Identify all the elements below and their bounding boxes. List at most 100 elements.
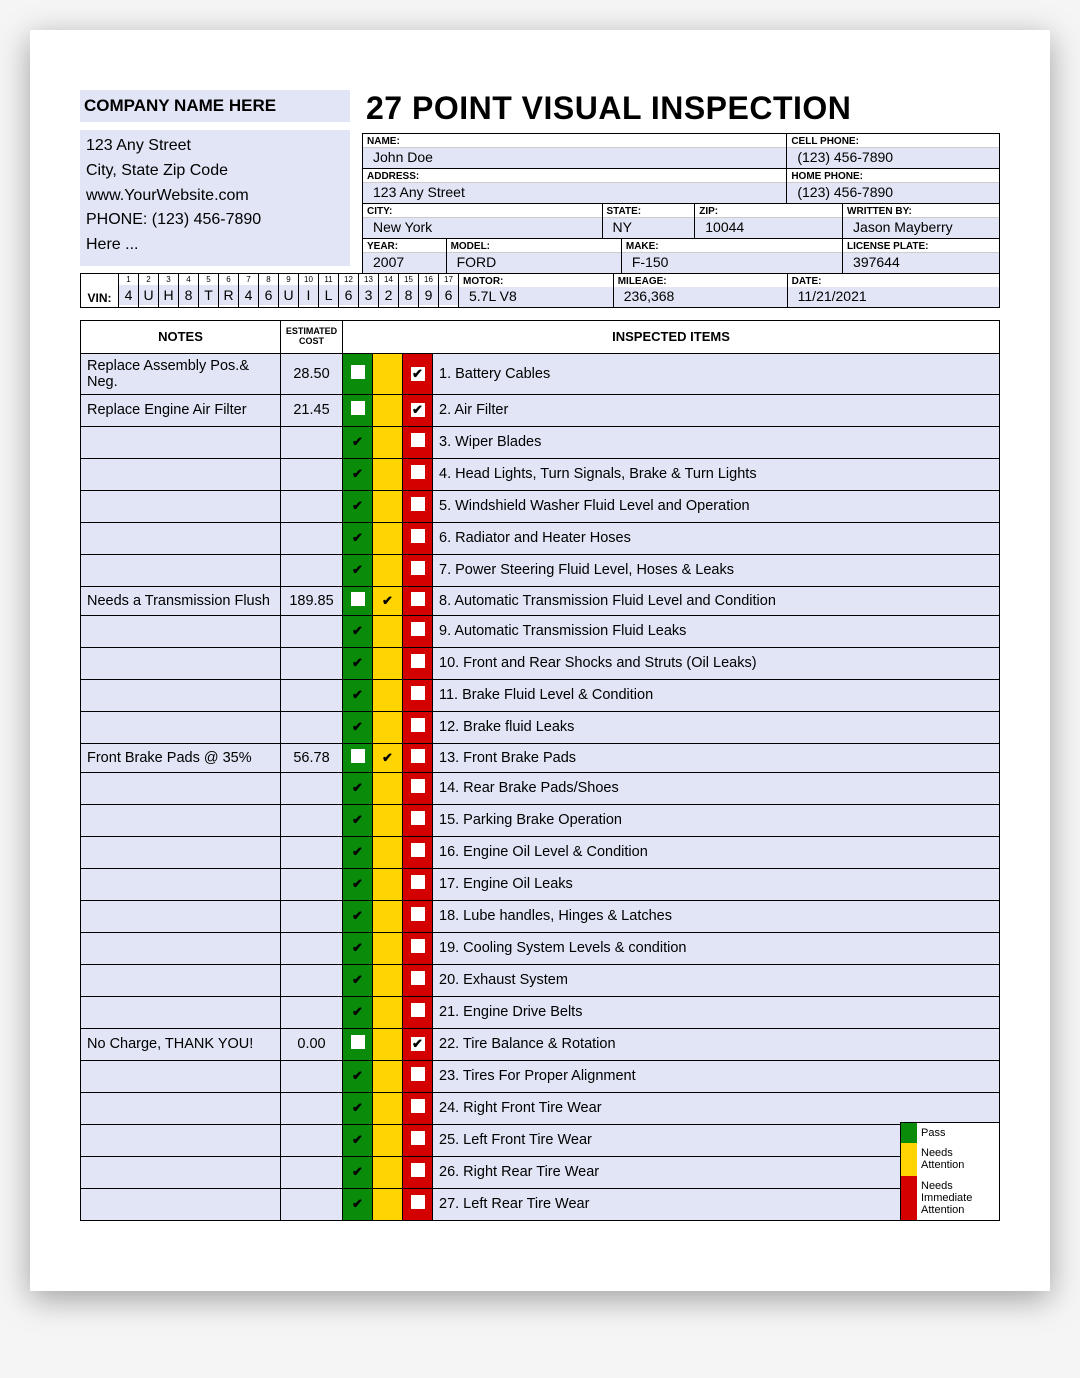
cost-cell[interactable]: 21.45 [281,394,343,426]
vin-digit-7[interactable]: 74 [239,274,259,307]
status-green[interactable] [343,679,373,711]
status-red[interactable] [403,836,433,868]
note-cell[interactable] [81,804,281,836]
customer-plate[interactable]: 397644 [843,252,999,273]
status-green[interactable] [343,711,373,743]
note-cell[interactable]: No Charge, THANK YOU! [81,1028,281,1060]
status-green[interactable] [343,554,373,586]
status-yellow[interactable] [373,1156,403,1188]
status-yellow[interactable] [373,522,403,554]
vin-digit-15[interactable]: 158 [399,274,419,307]
note-cell[interactable] [81,772,281,804]
vin-digit-6[interactable]: 6R [219,274,239,307]
vin-digit-16[interactable]: 169 [419,274,439,307]
status-green[interactable] [343,1092,373,1124]
status-red[interactable] [403,615,433,647]
note-cell[interactable] [81,458,281,490]
status-green[interactable] [343,647,373,679]
status-green[interactable] [343,1188,373,1220]
status-green[interactable] [343,772,373,804]
status-yellow[interactable] [373,554,403,586]
status-green[interactable] [343,1028,373,1060]
status-red[interactable] [403,458,433,490]
cost-cell[interactable] [281,1092,343,1124]
status-red[interactable] [403,647,433,679]
status-green[interactable] [343,836,373,868]
status-green[interactable] [343,1060,373,1092]
status-yellow[interactable] [373,743,403,772]
status-red[interactable] [403,679,433,711]
vin-digit-8[interactable]: 86 [259,274,279,307]
status-yellow[interactable] [373,804,403,836]
note-cell[interactable] [81,932,281,964]
status-yellow[interactable] [373,490,403,522]
cost-cell[interactable] [281,868,343,900]
cost-cell[interactable] [281,1124,343,1156]
note-cell[interactable] [81,679,281,711]
note-cell[interactable]: Replace Assembly Pos.& Neg. [81,353,281,394]
customer-cell[interactable]: (123) 456-7890 [787,147,999,168]
status-green[interactable] [343,964,373,996]
status-green[interactable] [343,743,373,772]
note-cell[interactable] [81,964,281,996]
status-yellow[interactable] [373,711,403,743]
customer-address[interactable]: 123 Any Street [363,182,786,203]
status-yellow[interactable] [373,1060,403,1092]
note-cell[interactable] [81,1092,281,1124]
cost-cell[interactable] [281,900,343,932]
cost-cell[interactable] [281,836,343,868]
status-red[interactable] [403,772,433,804]
status-green[interactable] [343,353,373,394]
status-green[interactable] [343,394,373,426]
cost-cell[interactable] [281,1060,343,1092]
status-green[interactable] [343,868,373,900]
status-green[interactable] [343,1124,373,1156]
status-red[interactable] [403,1092,433,1124]
cost-cell[interactable] [281,679,343,711]
note-cell[interactable] [81,1188,281,1220]
value-motor[interactable]: 5.7L V8 [459,287,613,307]
status-green[interactable] [343,458,373,490]
cost-cell[interactable] [281,772,343,804]
status-yellow[interactable] [373,426,403,458]
cost-cell[interactable]: 56.78 [281,743,343,772]
vin-digit-4[interactable]: 48 [179,274,199,307]
vin-digit-12[interactable]: 126 [339,274,359,307]
status-green[interactable] [343,900,373,932]
note-cell[interactable]: Needs a Transmission Flush [81,586,281,615]
vin-digit-1[interactable]: 14 [119,274,139,307]
note-cell[interactable] [81,836,281,868]
status-red[interactable] [403,868,433,900]
status-green[interactable] [343,996,373,1028]
vin-digit-3[interactable]: 3H [159,274,179,307]
vin-digit-10[interactable]: 10I [299,274,319,307]
status-yellow[interactable] [373,1124,403,1156]
status-red[interactable] [403,1028,433,1060]
status-yellow[interactable] [373,1092,403,1124]
note-cell[interactable] [81,868,281,900]
status-red[interactable] [403,394,433,426]
status-yellow[interactable] [373,458,403,490]
status-yellow[interactable] [373,932,403,964]
status-green[interactable] [343,522,373,554]
customer-zip[interactable]: 10044 [695,217,842,238]
customer-state[interactable]: NY [603,217,695,238]
vin-digit-11[interactable]: 11L [319,274,339,307]
note-cell[interactable] [81,522,281,554]
note-cell[interactable] [81,615,281,647]
vin-digit-5[interactable]: 5T [199,274,219,307]
status-yellow[interactable] [373,996,403,1028]
note-cell[interactable] [81,900,281,932]
status-green[interactable] [343,615,373,647]
vin-digit-9[interactable]: 9U [279,274,299,307]
cost-cell[interactable] [281,932,343,964]
cost-cell[interactable] [281,554,343,586]
status-green[interactable] [343,1156,373,1188]
status-red[interactable] [403,964,433,996]
vin-digit-2[interactable]: 2U [139,274,159,307]
status-yellow[interactable] [373,900,403,932]
note-cell[interactable]: Front Brake Pads @ 35% [81,743,281,772]
note-cell[interactable] [81,1060,281,1092]
status-red[interactable] [403,490,433,522]
cost-cell[interactable] [281,522,343,554]
